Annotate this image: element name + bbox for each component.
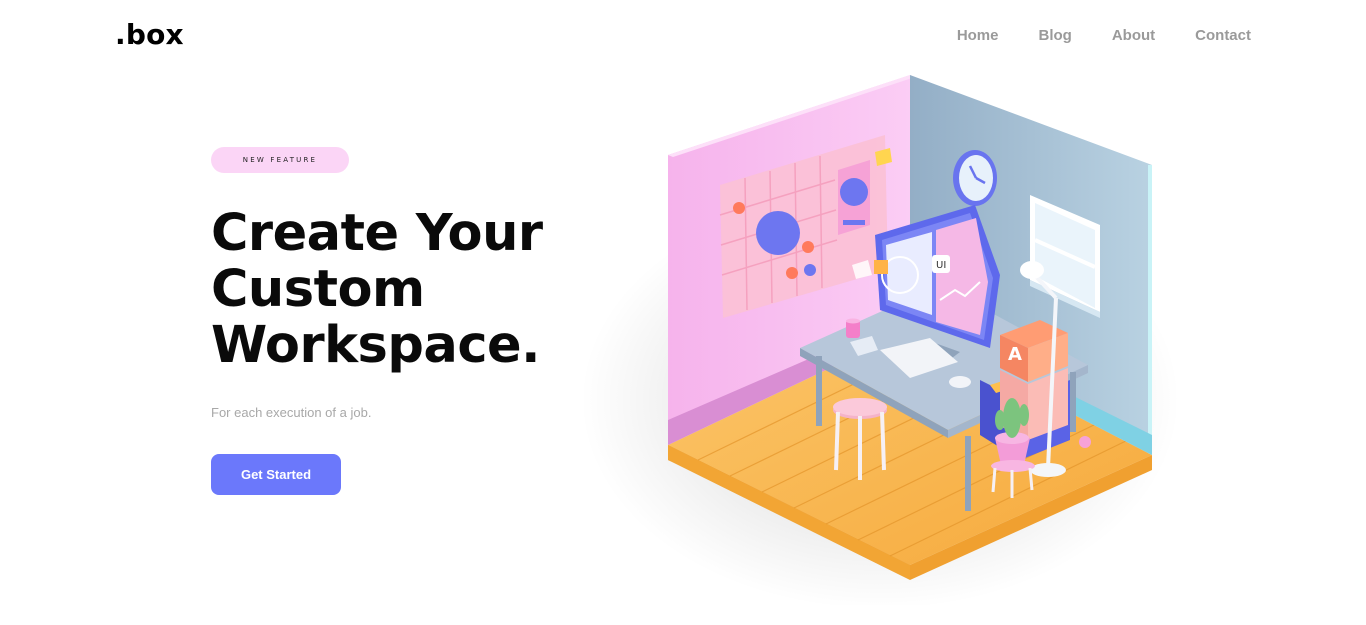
headline-line-3: Workspace. bbox=[211, 316, 541, 375]
nav-contact[interactable]: Contact bbox=[1195, 27, 1251, 44]
headline-line-2: Custom bbox=[211, 260, 425, 319]
decor-ball bbox=[1079, 436, 1091, 448]
brand-logo[interactable]: .box bbox=[115, 18, 184, 51]
top-nav: Home Blog About Contact bbox=[957, 27, 1251, 44]
new-feature-badge: NEW FEATURE bbox=[211, 147, 349, 173]
nav-about[interactable]: About bbox=[1112, 27, 1155, 44]
headline-line-1: Create Your bbox=[211, 204, 543, 263]
landing-page: .box Home Blog About Contact NEW FEATURE… bbox=[0, 0, 1366, 625]
nav-blog[interactable]: Blog bbox=[1039, 27, 1072, 44]
monitor-ui-label: UI bbox=[936, 260, 946, 271]
hero-subtext: For each execution of a job. bbox=[211, 405, 372, 420]
nav-home[interactable]: Home bbox=[957, 27, 999, 44]
hero-headline: Create Your Custom Workspace. bbox=[211, 206, 543, 374]
clock-icon bbox=[953, 150, 997, 206]
get-started-button[interactable]: Get Started bbox=[211, 454, 341, 495]
box-letter: A bbox=[1008, 344, 1022, 365]
workspace-room-illustration: UI A bbox=[580, 75, 1180, 605]
